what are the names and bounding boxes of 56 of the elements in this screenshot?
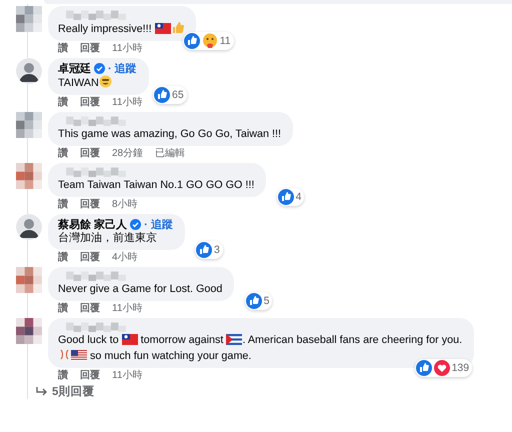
like-link[interactable]: 讚 — [58, 199, 68, 211]
like-icon — [196, 242, 212, 258]
flag-icon — [226, 334, 242, 345]
reply-link[interactable]: 回覆 — [80, 303, 100, 315]
timestamp[interactable]: 11小時 — [112, 370, 142, 382]
like-link[interactable]: 讚 — [58, 97, 68, 109]
reply-arrow-icon — [36, 386, 48, 396]
smiley-icon — [98, 75, 112, 88]
comment-text: Really impressive!!! — [58, 21, 184, 37]
reply-link[interactable]: 回覆 — [80, 148, 100, 160]
like-link[interactable]: 讚 — [58, 370, 68, 382]
timestamp[interactable]: 11小時 — [112, 97, 142, 109]
follow-link[interactable]: · 追蹤 — [108, 60, 137, 76]
reaction-count[interactable]: 65 — [153, 86, 187, 104]
commenter-name[interactable]: 卓冠廷 — [58, 60, 91, 76]
reaction-count[interactable]: 11 — [182, 32, 234, 50]
reply-link[interactable]: 回覆 — [80, 43, 100, 55]
reply-link[interactable]: 回覆 — [80, 97, 100, 109]
like-icon — [246, 293, 262, 309]
commenter-name[interactable]: 蔡易餘 家己人 — [58, 216, 128, 232]
like-link[interactable]: 讚 — [58, 43, 68, 55]
comment-text: Never give a Game for Lost. Good — [58, 282, 222, 297]
like-link[interactable]: 讚 — [58, 252, 68, 264]
like-link[interactable]: 讚 — [58, 303, 68, 315]
like-icon — [278, 189, 294, 205]
flag-icon — [71, 350, 87, 361]
reaction-count[interactable]: 3 — [194, 241, 223, 259]
reply-link[interactable]: 回覆 — [80, 370, 100, 382]
follow-link[interactable]: · 追蹤 — [144, 216, 173, 232]
comment-text: This game was amazing, Go Go Go, Taiwan !!! — [58, 127, 282, 142]
avatar-icon[interactable] — [16, 58, 42, 84]
reaction-count[interactable]: 4 — [276, 188, 304, 206]
view-replies-link[interactable]: 5則回覆 — [36, 384, 512, 399]
timestamp[interactable]: 11小時 — [112, 303, 142, 315]
like-icon — [416, 360, 432, 376]
flag-icon — [122, 334, 138, 345]
timestamp[interactable]: 28分鐘 — [112, 148, 144, 160]
timestamp[interactable]: 8小時 — [112, 199, 138, 211]
reaction-count[interactable]: 139 — [414, 359, 472, 377]
timestamp[interactable]: 4小時 — [112, 252, 138, 264]
flag-icon — [154, 23, 171, 34]
comment-text: Team Taiwan Taiwan No.1 GO GO GO !!! — [58, 178, 254, 193]
avatar-icon[interactable] — [16, 214, 42, 240]
reaction-count[interactable]: 5 — [244, 292, 272, 310]
reply-link[interactable]: 回覆 — [80, 199, 100, 211]
like-icon — [154, 87, 170, 103]
like-link[interactable]: 讚 — [58, 148, 68, 160]
like-icon — [184, 33, 200, 49]
avatar-icon[interactable] — [16, 318, 42, 344]
baseball-icon — [58, 348, 71, 361]
comment-text: 台灣加油，前進東京 — [58, 231, 158, 246]
comment-text: TAIWAN — [58, 75, 137, 91]
edited-label: 已編輯 — [155, 148, 186, 160]
thumbs-up-icon — [170, 21, 184, 34]
timestamp[interactable]: 11小時 — [112, 43, 142, 55]
reply-link[interactable]: 回覆 — [80, 252, 100, 264]
